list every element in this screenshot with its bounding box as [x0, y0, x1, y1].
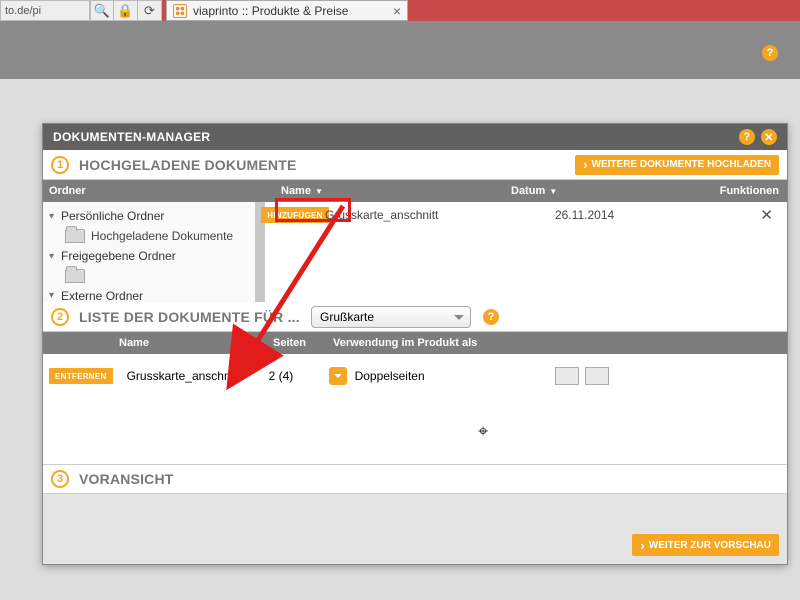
tree-external-folders[interactable]: Externe Ordner: [43, 286, 255, 302]
col-folder: Ordner: [43, 185, 275, 197]
add-document-button[interactable]: HINZUFÜGEN: [261, 207, 328, 223]
section2-header: 2 LISTE DER DOKUMENTE FÜR ... Grußkarte …: [43, 302, 787, 332]
document-list: HINZUFÜGEN Grusskarte_anschnitt 26.11.20…: [265, 202, 787, 302]
tree-uploaded-documents[interactable]: Hochgeladene Dokumente: [43, 226, 255, 246]
thumbnail[interactable]: [585, 367, 609, 385]
sort-arrow-icon: ▼: [549, 187, 557, 196]
step-badge-2: 2: [51, 308, 69, 326]
upload-more-button[interactable]: WEITERE DOKUMENTE HOCHLADEN: [575, 155, 779, 175]
tree-personal-folders[interactable]: Persönliche Ordner: [43, 206, 255, 226]
thumbnail[interactable]: [555, 367, 579, 385]
section2-blank-area: [43, 398, 787, 464]
product-doc-pages: 2 (4): [269, 369, 329, 383]
col-date[interactable]: Datum▼: [505, 185, 641, 197]
tab-close-icon[interactable]: ×: [393, 3, 401, 19]
tree-shared-folders[interactable]: Freigegebene Ordner: [43, 246, 255, 266]
step-badge-3: 3: [51, 470, 69, 488]
folder-icon: [65, 229, 85, 243]
folder-icon: [65, 269, 85, 283]
browser-tab[interactable]: viaprinto :: Produkte & Preise ×: [166, 0, 408, 21]
section2-help-icon[interactable]: ?: [483, 309, 499, 325]
col2-usage: Verwendung im Produkt als: [327, 337, 787, 349]
sort-arrow-icon: ▼: [315, 187, 323, 196]
modal-help-icon[interactable]: ?: [739, 129, 755, 145]
section3-title: VORANSICHT: [79, 471, 174, 487]
section1-body: Persönliche Ordner Hochgeladene Dokument…: [43, 202, 787, 302]
document-date: 26.11.2014: [555, 208, 683, 222]
col-functions: Funktionen: [641, 185, 787, 197]
remove-document-button[interactable]: ENTFERNEN: [49, 368, 113, 384]
section1-header: 1 HOCHGELADENE DOKUMENTE WEITERE DOKUMEN…: [43, 150, 787, 180]
document-name: Grusskarte_anschnitt: [325, 208, 555, 222]
document-row: HINZUFÜGEN Grusskarte_anschnitt 26.11.20…: [265, 202, 787, 228]
section1-columns: Ordner Name▼ Datum▼ Funktionen: [43, 180, 787, 202]
lock-icon[interactable]: 🔒: [114, 0, 138, 21]
col-name[interactable]: Name▼: [275, 185, 505, 197]
tab-title: viaprinto :: Produkte & Preise: [193, 4, 348, 18]
favicon-icon: [173, 4, 187, 18]
search-icon[interactable]: 🔍: [90, 0, 114, 21]
col2-pages: Seiten: [267, 337, 327, 349]
document-manager-modal: DOKUMENTEN-MANAGER ? ✕ 1 HOCHGELADENE DO…: [42, 123, 788, 565]
product-select-dropdown[interactable]: Grußkarte: [311, 306, 471, 328]
url-fragment: to.de/pi: [0, 0, 90, 21]
refresh-icon[interactable]: ⟳: [138, 0, 162, 21]
step-badge-1: 1: [51, 156, 69, 174]
section3-body: WEITER ZUR VORSCHAU: [43, 494, 787, 564]
section2-columns: Name Seiten Verwendung im Produkt als: [43, 332, 787, 354]
folder-tree: Persönliche Ordner Hochgeladene Dokument…: [43, 202, 265, 302]
page-help-icon[interactable]: ?: [762, 45, 778, 61]
modal-close-icon[interactable]: ✕: [761, 129, 777, 145]
section3-header: 3 VORANSICHT: [43, 464, 787, 494]
section2-title: LISTE DER DOKUMENTE FÜR ...: [79, 309, 300, 325]
usage-dropdown-toggle[interactable]: [329, 367, 347, 385]
product-document-row: ENTFERNEN Grusskarte_anschnitt 2 (4) Dop…: [43, 354, 787, 398]
page-background: ? DOKUMENTEN-MANAGER ? ✕ 1 HOCHGELADENE …: [0, 21, 800, 600]
tree-shared-folder-item[interactable]: [43, 266, 255, 286]
product-doc-usage: Doppelseiten: [355, 369, 555, 383]
continue-to-preview-button[interactable]: WEITER ZUR VORSCHAU: [632, 534, 779, 556]
modal-titlebar: DOKUMENTEN-MANAGER ? ✕: [43, 124, 787, 150]
product-doc-name: Grusskarte_anschnitt: [113, 369, 269, 383]
section1-title: HOCHGELADENE DOKUMENTE: [79, 157, 297, 173]
browser-bar: to.de/pi 🔍 🔒 ⟳ viaprinto :: Produkte & P…: [0, 0, 800, 21]
col2-name: Name: [113, 337, 267, 349]
page-thumbnails: [555, 367, 609, 385]
delete-document-icon[interactable]: ✕: [683, 206, 787, 224]
modal-title: DOKUMENTEN-MANAGER: [53, 130, 210, 144]
